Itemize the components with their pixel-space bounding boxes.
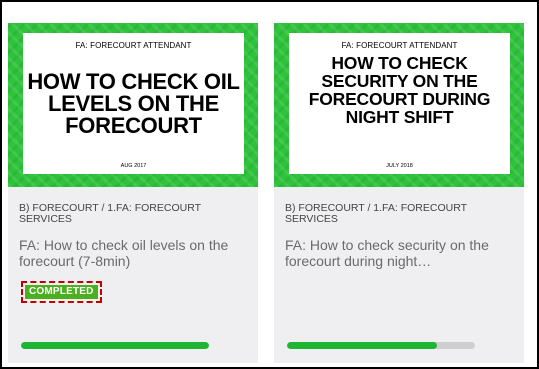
progress-fill (21, 342, 209, 349)
progress-bar (287, 342, 475, 349)
progress-fill (287, 342, 438, 349)
thumbnail-date: AUG 2017 (120, 163, 147, 169)
progress-bar (21, 342, 209, 349)
course-category: B) FORECOURT / 1.FA: FORECOURT SERVICES (285, 202, 467, 225)
course-card[interactable]: FA: FORECOURT ATTENDANT HOW TO CHECK SEC… (274, 23, 524, 363)
course-title[interactable]: FA: How to check oil levels on the forec… (19, 237, 251, 269)
thumbnail-headline: HOW TO CHECK OIL LEVELS ON THE FORECOURT (27, 69, 240, 138)
course-title[interactable]: FA: How to check security on the forecou… (285, 237, 517, 269)
thumbnail-category: FA: FORECOURT ATTENDANT (75, 41, 192, 50)
thumbnail-date: JULY 2018 (386, 163, 413, 169)
course-thumbnail[interactable]: FA: FORECOURT ATTENDANT HOW TO CHECK SEC… (274, 23, 524, 187)
thumbnail-headline: HOW TO CHECK SECURITY ON THE FORECOURT D… (308, 53, 491, 127)
course-list-frame: FA: FORECOURT ATTENDANT HOW TO CHECK OIL… (0, 0, 539, 369)
course-card[interactable]: FA: FORECOURT ATTENDANT HOW TO CHECK OIL… (8, 23, 258, 363)
thumbnail-poster: FA: FORECOURT ATTENDANT HOW TO CHECK OIL… (23, 33, 244, 174)
completed-badge-highlight: COMPLETED (21, 281, 102, 303)
thumbnail-category: FA: FORECOURT ATTENDANT (341, 41, 458, 50)
thumbnail-poster: FA: FORECOURT ATTENDANT HOW TO CHECK SEC… (289, 33, 510, 174)
course-thumbnail[interactable]: FA: FORECOURT ATTENDANT HOW TO CHECK OIL… (8, 23, 258, 187)
course-category: B) FORECOURT / 1.FA: FORECOURT SERVICES (19, 202, 201, 225)
completed-badge: COMPLETED (25, 285, 98, 299)
